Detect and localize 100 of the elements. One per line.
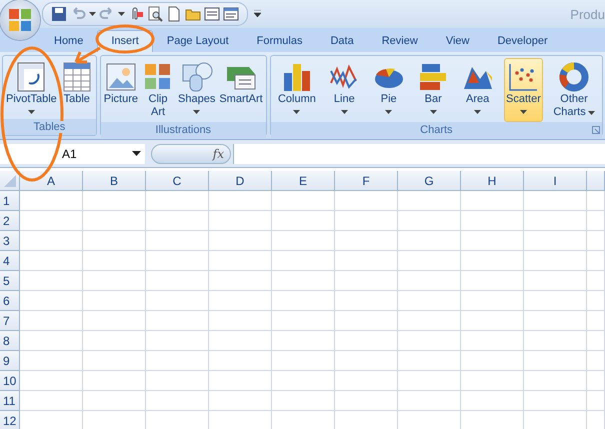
grid-cell[interactable] [146, 231, 209, 251]
grid-cell[interactable] [83, 331, 146, 351]
grid-cell[interactable] [83, 191, 146, 211]
row-header[interactable]: 12 [0, 411, 20, 429]
grid-cell[interactable] [83, 311, 146, 331]
grid-cell[interactable] [587, 251, 605, 271]
caret-icon[interactable] [118, 12, 125, 16]
grid-cell[interactable] [335, 271, 398, 291]
grid-cell[interactable] [524, 331, 587, 351]
column-header[interactable]: I [524, 171, 587, 191]
ribbon-button[interactable]: Area [460, 58, 496, 122]
column-header[interactable]: D [209, 171, 272, 191]
ribbon-tab[interactable]: Formulas [242, 30, 316, 52]
save-icon[interactable] [51, 6, 67, 22]
grid-cell[interactable] [272, 291, 335, 311]
grid-cell[interactable] [209, 231, 272, 251]
print-preview-icon[interactable] [147, 6, 163, 22]
column-header[interactable]: B [83, 171, 146, 191]
grid-cell[interactable] [461, 291, 524, 311]
grid-cell[interactable] [146, 371, 209, 391]
row-header[interactable]: 4 [0, 251, 20, 271]
ribbon-button[interactable]: Column [276, 58, 318, 122]
column-header[interactable]: E [272, 171, 335, 191]
grid-cell[interactable] [524, 211, 587, 231]
form-icon[interactable] [204, 6, 220, 22]
grid-cell[interactable] [83, 251, 146, 271]
grid-cell[interactable] [20, 371, 83, 391]
row-header[interactable]: 1 [0, 191, 20, 211]
grid-cell[interactable] [524, 291, 587, 311]
grid-cell[interactable] [20, 191, 83, 211]
grid-cell[interactable] [83, 391, 146, 411]
grid-cell[interactable] [83, 371, 146, 391]
grid-cell[interactable] [461, 231, 524, 251]
grid-cell[interactable] [209, 271, 272, 291]
grid-cell[interactable] [335, 251, 398, 271]
grid-cell[interactable] [398, 351, 461, 371]
grid-cell[interactable] [20, 271, 83, 291]
grid-cell[interactable] [461, 371, 524, 391]
grid-cell[interactable] [146, 291, 209, 311]
grid-cell[interactable] [587, 271, 605, 291]
grid-cell[interactable] [209, 251, 272, 271]
grid-cell[interactable] [398, 331, 461, 351]
ribbon-button[interactable]: Picture [102, 58, 140, 122]
grid-cell[interactable] [587, 391, 605, 411]
ribbon-button[interactable]: Table [58, 58, 95, 119]
ribbon-tab[interactable]: Home [40, 30, 98, 52]
ribbon-button[interactable]: SmartArt [217, 58, 265, 122]
grid-cell[interactable] [398, 291, 461, 311]
grid-cell[interactable] [587, 291, 605, 311]
form-icon[interactable] [223, 6, 239, 22]
grid-cell[interactable] [272, 351, 335, 371]
grid-cell[interactable] [461, 311, 524, 331]
grid-cell[interactable] [461, 391, 524, 411]
grid-cell[interactable] [272, 331, 335, 351]
grid-cell[interactable] [587, 191, 605, 211]
row-header[interactable]: 8 [0, 331, 20, 351]
grid-cell[interactable] [524, 391, 587, 411]
grid-cell[interactable] [209, 191, 272, 211]
ribbon-button[interactable]: Clip Art [140, 58, 176, 122]
grid-cell[interactable] [272, 231, 335, 251]
ribbon-tab[interactable]: Page Layout [152, 30, 243, 52]
select-all-button[interactable] [0, 171, 20, 191]
grid-cell[interactable] [524, 271, 587, 291]
grid-cell[interactable] [20, 251, 83, 271]
new-document-icon[interactable] [166, 6, 182, 22]
grid-cell[interactable] [20, 291, 83, 311]
grid-cell[interactable] [83, 211, 146, 231]
column-header[interactable]: C [146, 171, 209, 191]
grid-cell[interactable] [398, 211, 461, 231]
grid-cell[interactable] [146, 311, 209, 331]
row-header[interactable]: 11 [0, 391, 20, 411]
grid-cell[interactable] [335, 311, 398, 331]
grid-cell[interactable] [146, 271, 209, 291]
row-header[interactable]: 9 [0, 351, 20, 371]
grid-cell[interactable] [335, 231, 398, 251]
grid-cell[interactable] [398, 191, 461, 211]
grid-cell[interactable] [587, 371, 605, 391]
grid-cell[interactable] [209, 391, 272, 411]
grid-cell[interactable] [20, 231, 83, 251]
caret-icon[interactable] [89, 12, 96, 16]
grid-cell[interactable] [587, 331, 605, 351]
grid-cell[interactable] [209, 211, 272, 231]
grid-cell[interactable] [83, 231, 146, 251]
grid-cell[interactable] [272, 371, 335, 391]
grid-cell[interactable] [398, 391, 461, 411]
grid-cell[interactable] [83, 291, 146, 311]
row-header[interactable]: 2 [0, 211, 20, 231]
row-header[interactable]: 10 [0, 371, 20, 391]
grid-cell[interactable] [587, 211, 605, 231]
grid-cell[interactable] [461, 211, 524, 231]
grid-cell[interactable] [587, 351, 605, 371]
grid-cell[interactable] [20, 311, 83, 331]
grid-cell[interactable] [524, 231, 587, 251]
grid-cell[interactable] [461, 331, 524, 351]
grid-cell[interactable] [335, 331, 398, 351]
grid-cell[interactable] [335, 371, 398, 391]
grid-cell[interactable] [20, 391, 83, 411]
grid-cell[interactable] [209, 331, 272, 351]
ribbon-button[interactable]: Pie [370, 58, 407, 122]
ribbon-button[interactable]: Other Charts [551, 58, 597, 122]
